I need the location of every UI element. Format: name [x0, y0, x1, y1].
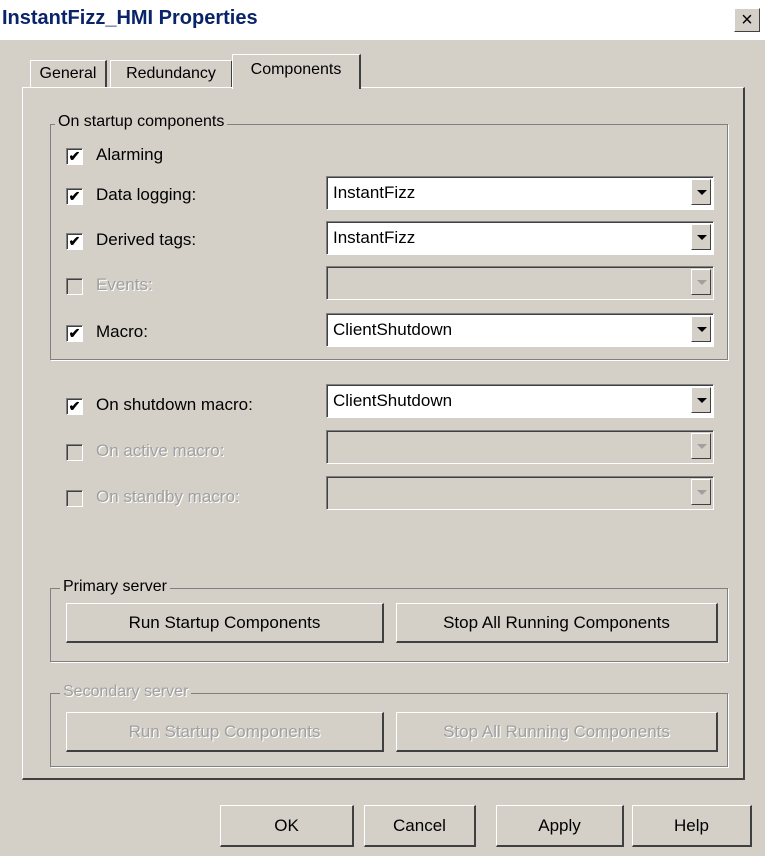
on-active-macro-checkbox: [66, 444, 83, 461]
chevron-down-icon[interactable]: [691, 316, 711, 342]
macro-checkbox[interactable]: ✔: [66, 325, 83, 342]
chevron-down-icon[interactable]: [691, 387, 711, 413]
primary-run-startup-button[interactable]: Run Startup Components: [66, 603, 384, 643]
alarming-label: Alarming: [96, 145, 164, 164]
cancel-button[interactable]: Cancel: [364, 805, 476, 847]
chevron-down-icon[interactable]: [691, 224, 711, 250]
on-shutdown-macro-value: ClientShutdown: [333, 391, 453, 410]
on-shutdown-macro-checkbox[interactable]: ✔: [66, 398, 83, 415]
chevron-down-icon: [691, 433, 711, 459]
data-logging-checkbox[interactable]: ✔: [66, 188, 83, 205]
on-active-macro-label: On active macro:: [96, 441, 225, 460]
chevron-down-icon: [691, 269, 711, 295]
chevron-down-icon: [691, 479, 711, 505]
secondary-run-startup-button: Run Startup Components: [66, 712, 384, 752]
ok-button[interactable]: OK: [220, 805, 354, 847]
alarming-checkbox[interactable]: ✔: [66, 148, 83, 165]
help-button[interactable]: Help: [632, 805, 752, 847]
macro-select[interactable]: ClientShutdown: [326, 313, 714, 347]
events-label: Events:: [96, 275, 153, 294]
tab-components[interactable]: Components: [232, 54, 361, 89]
tab-redundancy[interactable]: Redundancy: [110, 60, 233, 87]
apply-button[interactable]: Apply: [496, 805, 624, 847]
window-title: InstantFizz_HMI Properties: [2, 7, 258, 29]
startup-components-legend: On startup components: [55, 113, 228, 131]
derived-tags-checkbox[interactable]: ✔: [66, 233, 83, 250]
secondary-server-legend: Secondary server: [60, 683, 192, 701]
events-select: [326, 266, 714, 300]
on-standby-macro-select: [326, 476, 714, 510]
tab-general[interactable]: General: [30, 60, 107, 87]
secondary-stop-all-button: Stop All Running Components: [396, 712, 718, 752]
on-shutdown-macro-select[interactable]: ClientShutdown: [326, 384, 714, 418]
chevron-down-icon[interactable]: [691, 179, 711, 205]
title-bar: InstantFizz_HMI Properties ×: [0, 0, 765, 40]
macro-label: Macro:: [96, 322, 148, 341]
macro-value: ClientShutdown: [333, 320, 453, 339]
primary-stop-all-button[interactable]: Stop All Running Components: [396, 603, 718, 643]
data-logging-select[interactable]: InstantFizz: [326, 176, 714, 210]
events-checkbox: [66, 278, 83, 295]
on-standby-macro-checkbox: [66, 490, 83, 507]
on-shutdown-macro-label: On shutdown macro:: [96, 395, 253, 414]
derived-tags-select[interactable]: InstantFizz: [326, 221, 714, 255]
close-icon[interactable]: ×: [734, 8, 760, 32]
derived-tags-value: InstantFizz: [333, 228, 416, 247]
data-logging-label: Data logging:: [96, 185, 197, 204]
data-logging-value: InstantFizz: [333, 183, 416, 202]
primary-server-legend: Primary server: [60, 578, 171, 596]
derived-tags-label: Derived tags:: [96, 230, 197, 249]
on-active-macro-select: [326, 430, 714, 464]
on-standby-macro-label: On standby macro:: [96, 487, 240, 506]
